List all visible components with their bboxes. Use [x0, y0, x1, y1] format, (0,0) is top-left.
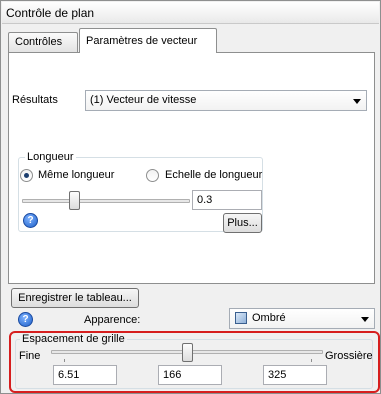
appearance-label: Apparence: — [84, 314, 141, 326]
save-table-button[interactable]: Enregistrer le tableau... — [11, 288, 139, 308]
appearance-dropdown[interactable]: Ombré — [229, 308, 375, 329]
same-length-radio[interactable] — [20, 169, 33, 182]
tab-controls[interactable]: Contrôles — [8, 32, 78, 52]
plan-control-window: Contrôle de plan Contrôles Paramètres de… — [0, 0, 381, 394]
length-value-field[interactable]: 0.3 — [192, 190, 262, 210]
chevron-down-icon — [361, 317, 369, 322]
shaded-view-icon — [235, 312, 247, 324]
length-group-title: Longueur — [25, 151, 76, 163]
help-icon[interactable]: ? — [23, 213, 38, 228]
title-bar: Contrôle de plan — [2, 2, 379, 24]
help-icon[interactable]: ? — [18, 312, 33, 327]
radio-selected-dot — [24, 173, 29, 178]
length-scale-label: Echelle de longueur — [165, 169, 263, 181]
length-scale-radio[interactable] — [146, 169, 159, 182]
chevron-down-icon — [353, 99, 361, 104]
results-value: (1) Vecteur de vitesse — [90, 94, 197, 106]
same-length-label: Même longueur — [38, 169, 115, 181]
length-slider-thumb[interactable] — [69, 191, 80, 210]
vector-parameters-panel: Résultats (1) Vecteur de vitesse Longueu… — [8, 52, 375, 284]
tab-vector-parameters[interactable]: Paramètres de vecteur — [79, 28, 217, 53]
window-title: Contrôle de plan — [6, 6, 95, 20]
results-label: Résultats — [12, 94, 58, 106]
results-dropdown[interactable]: (1) Vecteur de vitesse — [85, 90, 367, 111]
appearance-value: Ombré — [252, 312, 286, 324]
highlight-annotation-box — [9, 331, 380, 393]
length-slider-track[interactable] — [22, 199, 190, 203]
more-button[interactable]: Plus... — [223, 213, 262, 233]
